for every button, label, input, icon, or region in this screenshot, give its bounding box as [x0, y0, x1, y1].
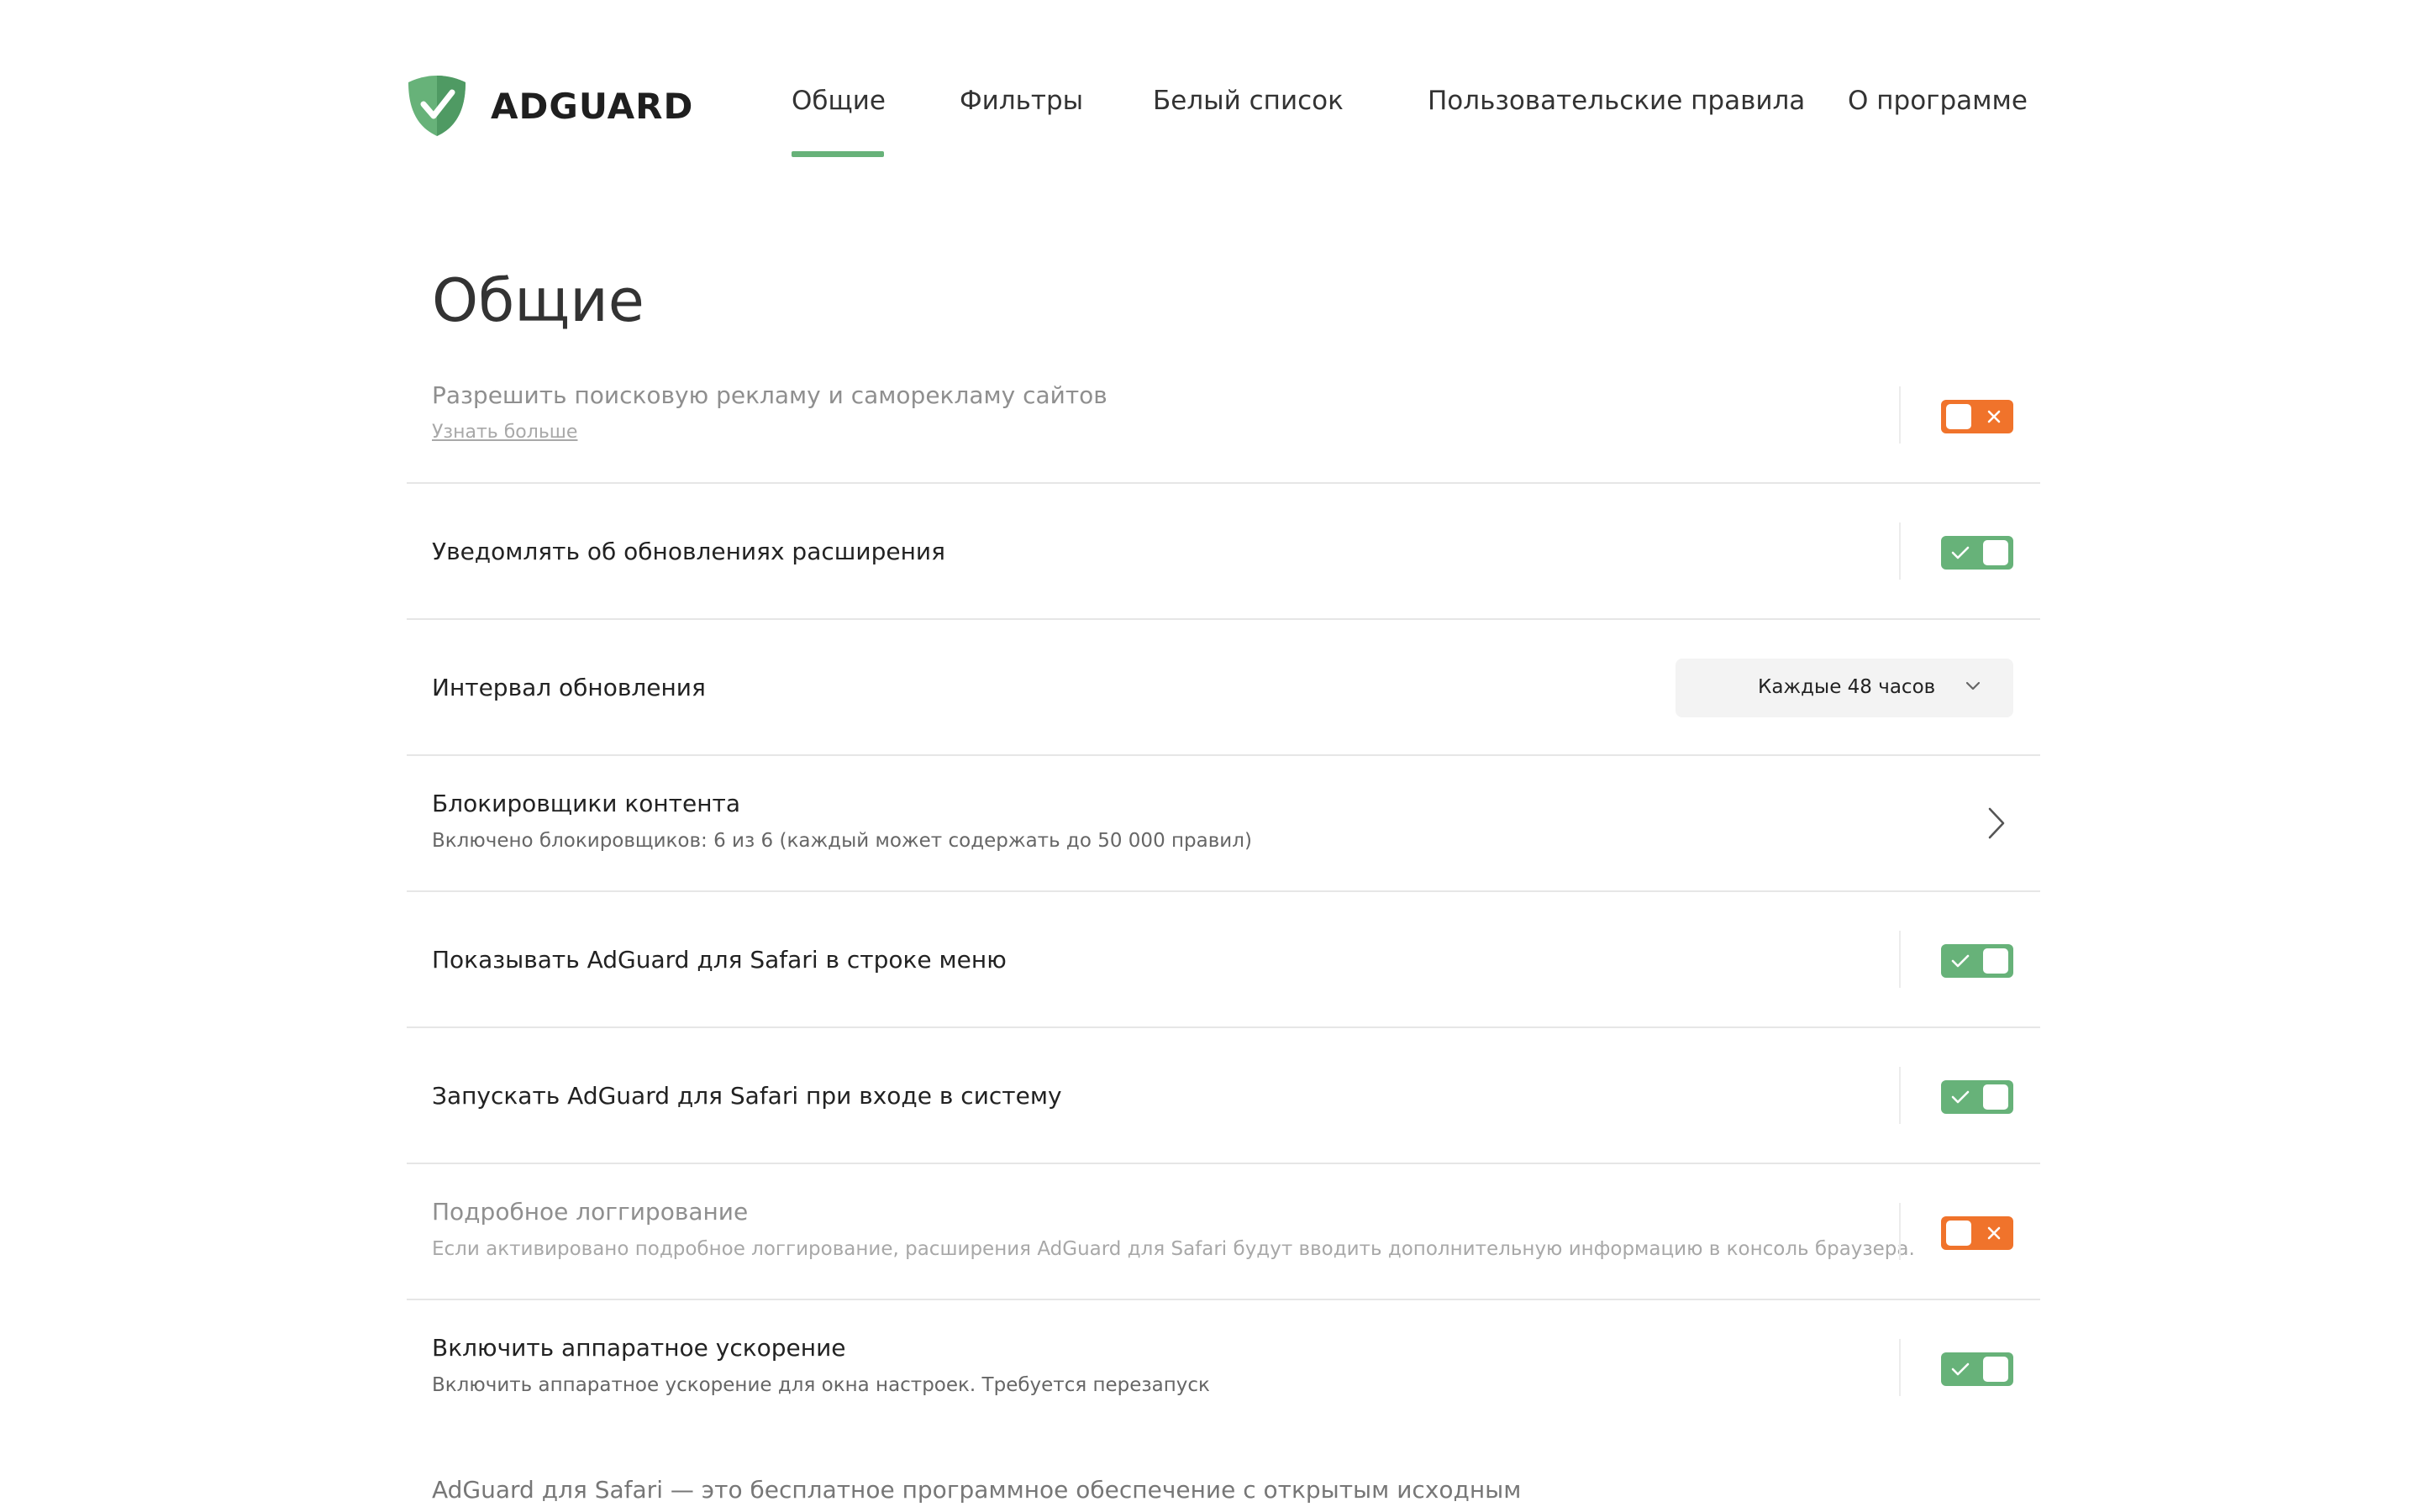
setting-title: Разрешить поисковую рекламу и самореклам… [432, 381, 1107, 409]
settings-page: ADGUARD Общие Фильтры Белый список Польз… [0, 0, 2420, 1512]
divider [1899, 931, 1901, 988]
page-title: Общие [432, 265, 644, 335]
active-tab-indicator [792, 151, 884, 157]
tab-general[interactable]: Общие [792, 86, 886, 116]
check-icon [1951, 546, 1970, 559]
toggle-knob [1983, 540, 2008, 565]
x-icon [1987, 1226, 2001, 1240]
notify-updates-toggle[interactable] [1941, 536, 2013, 570]
divider [1899, 1339, 1901, 1396]
tab-filters[interactable]: Фильтры [960, 86, 1083, 116]
setting-row-show-in-menubar: Показывать AdGuard для Safari в строке м… [407, 892, 2040, 1028]
setting-subtitle: Включить аппаратное ускорение для окна н… [432, 1374, 1210, 1396]
logo: ADGUARD [407, 74, 693, 138]
setting-row-hardware-acceleration: Включить аппаратное ускорение Включить а… [407, 1300, 2040, 1435]
tab-about[interactable]: О программе [1848, 86, 2028, 116]
setting-row-content-blockers[interactable]: Блокировщики контента Включено блокировщ… [407, 756, 2040, 892]
setting-title: Подробное логгирование [432, 1198, 749, 1226]
update-interval-select[interactable]: Каждые 48 часов [1676, 659, 2013, 717]
check-icon [1951, 1090, 1970, 1104]
toggle-knob [1983, 1084, 2008, 1110]
divider [1899, 522, 1901, 580]
setting-title: Интервал обновления [432, 674, 706, 701]
x-icon [1987, 410, 2001, 423]
divider [1899, 1067, 1901, 1124]
setting-row-notify-updates: Уведомлять об обновлениях расширения [407, 484, 2040, 620]
setting-title: Запускать AdGuard для Safari при входе в… [432, 1082, 1062, 1110]
check-icon [1951, 954, 1970, 968]
brand-name: ADGUARD [491, 85, 694, 127]
setting-row-update-interval: Интервал обновления Каждые 48 часов [407, 620, 2040, 756]
settings-list: Разрешить поисковую рекламу и самореклам… [407, 348, 2040, 1435]
toggle-knob [1946, 1221, 1971, 1246]
tab-user-rules[interactable]: Пользовательские правила [1428, 86, 1805, 116]
chevron-down-icon [1965, 681, 1981, 690]
learn-more-link[interactable]: Узнать больше [432, 422, 577, 443]
toggle-knob [1946, 404, 1971, 429]
about-footer-text: AdGuard для Safari — это бесплатное прог… [432, 1476, 1522, 1504]
tab-whitelist[interactable]: Белый список [1153, 86, 1344, 116]
show-in-menubar-toggle[interactable] [1941, 944, 2013, 978]
setting-subtitle: Включено блокировщиков: 6 из 6 (каждый м… [432, 830, 1252, 852]
setting-row-verbose-logging: Подробное логгирование Если активировано… [407, 1164, 2040, 1300]
setting-subtitle: Если активировано подробное логгирование… [432, 1238, 1915, 1260]
verbose-logging-toggle[interactable] [1941, 1216, 2013, 1250]
select-value: Каждые 48 часов [1758, 676, 1936, 698]
toggle-knob [1983, 1357, 2008, 1382]
header: ADGUARD Общие Фильтры Белый список Польз… [407, 74, 2040, 158]
setting-title: Уведомлять об обновлениях расширения [432, 538, 945, 565]
setting-row-launch-at-login: Запускать AdGuard для Safari при входе в… [407, 1028, 2040, 1164]
chevron-right-icon[interactable] [1986, 806, 2007, 841]
search-ads-toggle[interactable] [1941, 400, 2013, 433]
setting-row-search-ads: Разрешить поисковую рекламу и самореклам… [407, 348, 2040, 484]
divider [1899, 386, 1901, 444]
adguard-shield-icon [408, 76, 466, 136]
setting-title: Блокировщики контента [432, 790, 740, 817]
hardware-acceleration-toggle[interactable] [1941, 1352, 2013, 1386]
setting-title: Показывать AdGuard для Safari в строке м… [432, 946, 1007, 974]
setting-title: Включить аппаратное ускорение [432, 1334, 846, 1362]
launch-at-login-toggle[interactable] [1941, 1080, 2013, 1114]
divider [1899, 1203, 1901, 1260]
check-icon [1951, 1362, 1970, 1376]
toggle-knob [1983, 948, 2008, 974]
